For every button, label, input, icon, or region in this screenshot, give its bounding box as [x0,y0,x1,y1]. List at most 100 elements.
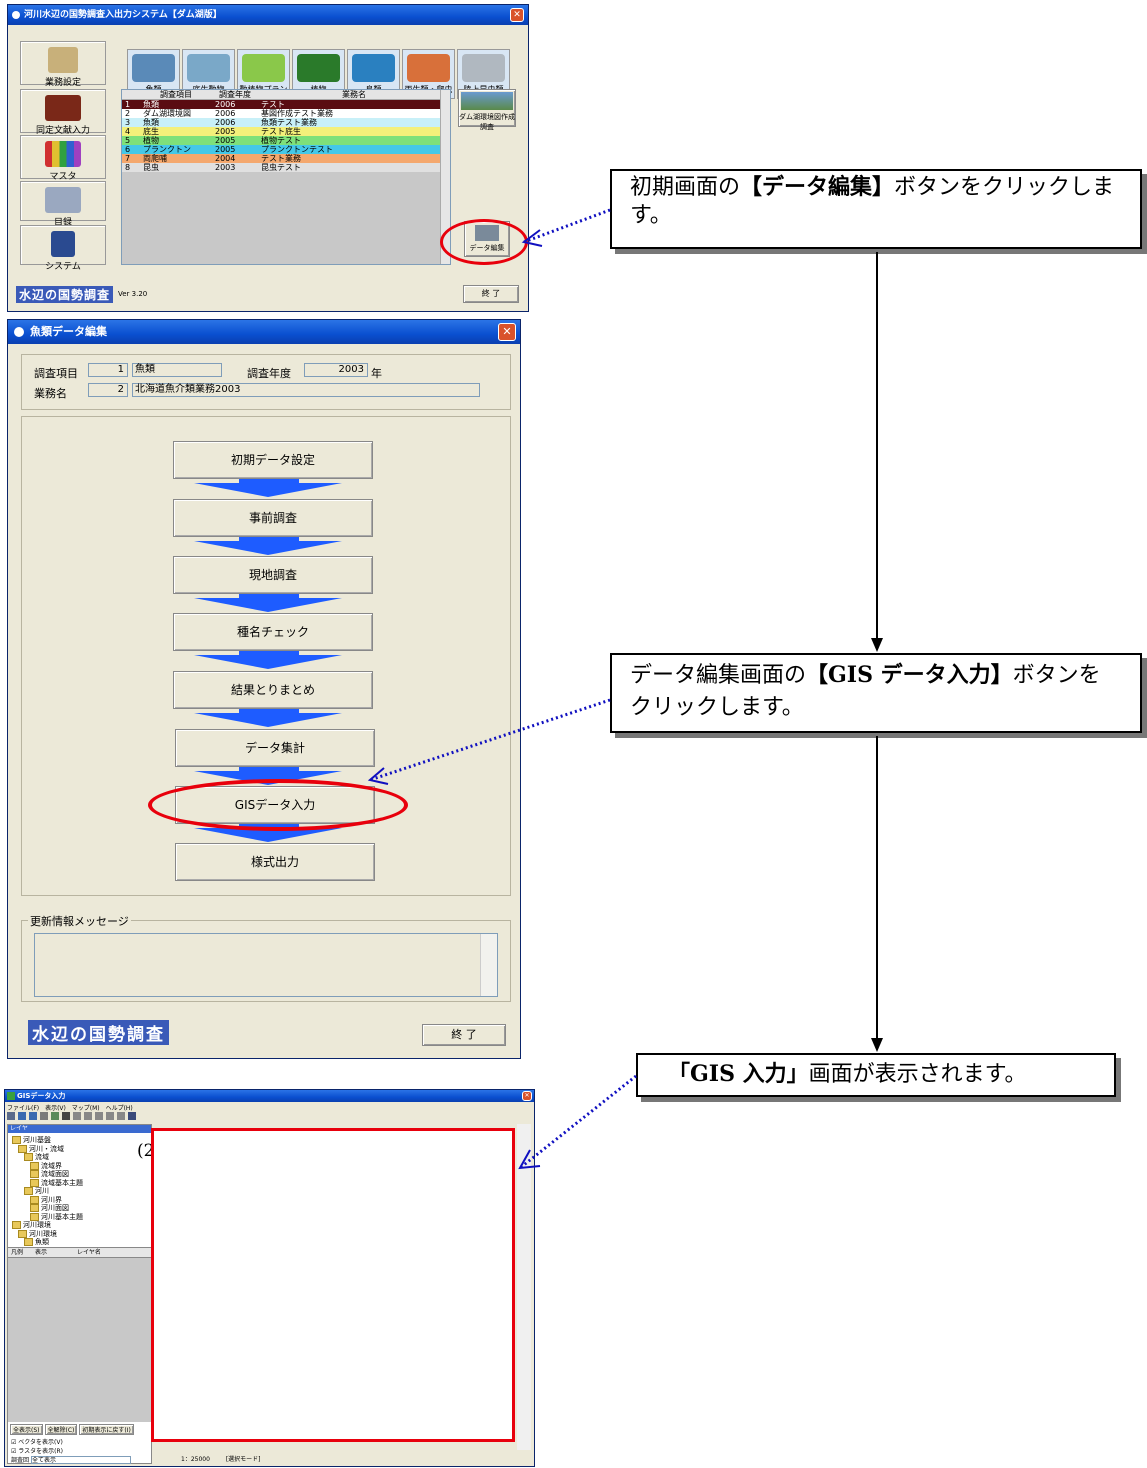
table-row[interactable]: 7 両爬哺 2004 テスト業務 [122,154,450,163]
table-cell: ダム湖環境図 [143,109,191,118]
layer-panel-title: レイヤ [8,1125,151,1133]
preliminary-survey-button[interactable]: 事前調査 [173,499,373,537]
close-button[interactable]: ✕ [522,1091,532,1101]
bird-icon [352,54,395,82]
toolbar-icon[interactable] [95,1112,103,1120]
field-name-label: 業務名 [34,387,67,400]
filter-row: 調査回 全て表示 [8,1455,151,1464]
tree-node[interactable]: 魚類 [24,1237,49,1247]
field-year-value: 2003 [304,363,368,377]
status-bar: 1：25000 [選択モード] [151,1454,261,1463]
toolbar-icon[interactable] [106,1112,114,1120]
flow-arrow-head [194,598,342,612]
toolbar-icon[interactable] [51,1112,59,1120]
toolbar-icon[interactable] [73,1112,81,1120]
field-item-no: 1 [88,363,128,377]
toolbar-icon[interactable] [18,1112,26,1120]
folder-icon [24,1238,33,1246]
close-button[interactable]: ✕ [510,8,524,22]
exit-button[interactable]: 終 了 [463,285,519,303]
nav-button-master[interactable]: マスタ [20,135,106,182]
form-output-button[interactable]: 様式出力 [175,843,375,881]
toolbar-icon[interactable] [84,1112,92,1120]
survey-list[interactable]: 調査項目 調査年度 業務名 1 魚類 2006 テスト 2 ダム湖環境図 2006 基図作成テ… [121,89,451,265]
data-aggregation-button[interactable]: データ集計 [175,729,375,767]
toolbar-icon[interactable] [7,1112,15,1120]
table-cell: テスト業務 [261,154,301,163]
menu-bar: ファイル(F) 表示(V) マップ(M) ヘルプ(H) [7,1103,133,1112]
toolbar-icon[interactable] [117,1112,125,1120]
table-cell: 2005 [215,127,236,136]
table-cell: 植物テスト [261,136,301,145]
dam-environment-map-button[interactable]: ダム湖環境図作成調査 [458,89,516,131]
table-row[interactable]: 8 昆虫 2003 昆虫テスト [122,163,450,172]
app-icon [14,327,24,337]
lizard-icon [407,54,450,82]
field-item-label: 調査項目 [34,367,78,380]
layer-list[interactable] [8,1258,151,1422]
toolbar-icon[interactable] [29,1112,37,1120]
results-summary-button[interactable]: 結果とりまとめ [173,671,373,709]
table-row[interactable]: 4 底生 2005 テスト底生 [122,127,450,136]
toolbar-icon[interactable] [128,1112,136,1120]
exit-button[interactable]: 終 了 [422,1024,506,1046]
table-cell: 基図作成テスト業務 [261,109,333,118]
app-logo: 水辺の国勢調査 [16,286,114,303]
scale-display: 1：25000 [181,1456,210,1463]
table-header: 調査項目 調査年度 業務名 [122,90,450,100]
table-cell: 両爬哺 [143,154,167,163]
menu-map[interactable]: マップ(M) [72,1105,100,1112]
species-check-button[interactable]: 種名チェック [173,613,373,651]
flow-arrow-head [194,713,342,727]
show-all-button[interactable]: 全表示(S) [10,1424,43,1435]
filter-select[interactable]: 全て表示 [30,1456,131,1464]
menu-help[interactable]: ヘルプ(H) [106,1105,133,1112]
nav-label: 業務設定 [44,78,81,88]
layer-panel: レイヤ 河川基盤 河川・流域 流域 流域界 流域面図 流域基本主題 河川 河川界 河川面図 河川基… [7,1124,152,1464]
table-cell: 3 [125,118,131,127]
nav-button-business-settings[interactable]: 業務設定 [20,41,106,88]
menu-file[interactable]: ファイル(F) [7,1105,39,1112]
table-row[interactable]: 1 魚類 2006 テスト [122,99,450,109]
message-scrollbar[interactable] [480,934,497,996]
app-icon [7,1092,15,1100]
message-box[interactable] [34,933,498,997]
reset-display-button[interactable]: 初期表示に戻す(I) [79,1424,134,1435]
pointer-line-1 [523,208,611,244]
close-button[interactable]: ✕ [498,323,516,341]
table-cell: 魚類 [143,118,159,127]
table-cell: 4 [125,127,131,136]
clear-all-button[interactable]: 全解除(C) [44,1424,78,1435]
table-row[interactable]: 3 魚類 2006 魚類テスト業務 [122,118,450,127]
pointer-line-3 [519,1074,637,1170]
main-window: 河川水辺の国勢調査入出力システム【ダム湖版】 ✕ 業務設定 同定文献入力 マスタ… [7,4,529,312]
toolbar-icon[interactable] [62,1112,70,1120]
table-row[interactable]: 6 プランクトン 2005 プランクトンテスト [122,145,450,154]
initial-data-setup-button[interactable]: 初期データ設定 [173,441,373,479]
table-row[interactable]: 2 ダム湖環境図 2006 基図作成テスト業務 [122,109,450,118]
table-cell: 7 [125,154,131,163]
table-cell: プランクトン [143,145,191,154]
toolbar-icon[interactable] [40,1112,48,1120]
callout-step-1: 初期画面の【データ編集】ボタンをクリックします。 [610,169,1142,249]
callout-step-3: 「GIS 入力」画面が表示されます。 [636,1053,1116,1097]
nav-button-system[interactable]: システム [20,225,106,272]
field-name-value: 北海道魚介類業務2003 [132,383,480,397]
nav-button-catalog[interactable]: 目録 [20,181,106,228]
nav-button-literature-input[interactable]: 同定文献入力 [20,89,106,136]
table-cell: 2003 [215,163,236,172]
vector-checkbox[interactable]: ☑ ベクタを表示(V) [8,1437,151,1446]
layer-tree[interactable]: 河川基盤 河川・流域 流域 流域界 流域面図 流域基本主題 河川 河川界 河川面図 河川基本主題河… [8,1133,151,1247]
catalog-icon [45,187,81,213]
field-year-label: 調査年度 [247,367,291,380]
menu-view[interactable]: 表示(V) [45,1105,66,1112]
table-cell: 6 [125,145,131,154]
field-survey-button[interactable]: 現地調査 [173,556,373,594]
workflow-panel: 初期データ設定 事前調査 現地調査 種名チェック 結果とりまとめ データ集計 G… [21,416,511,896]
table-cell: テスト底生 [261,127,301,136]
table-cell: 2006 [215,100,236,109]
table-row[interactable]: 5 植物 2005 植物テスト [122,136,450,145]
raster-checkbox[interactable]: ☑ ラスタを表示(R) [8,1446,151,1455]
map-area[interactable] [151,1128,515,1442]
map-scrollbar[interactable] [517,1124,531,1450]
